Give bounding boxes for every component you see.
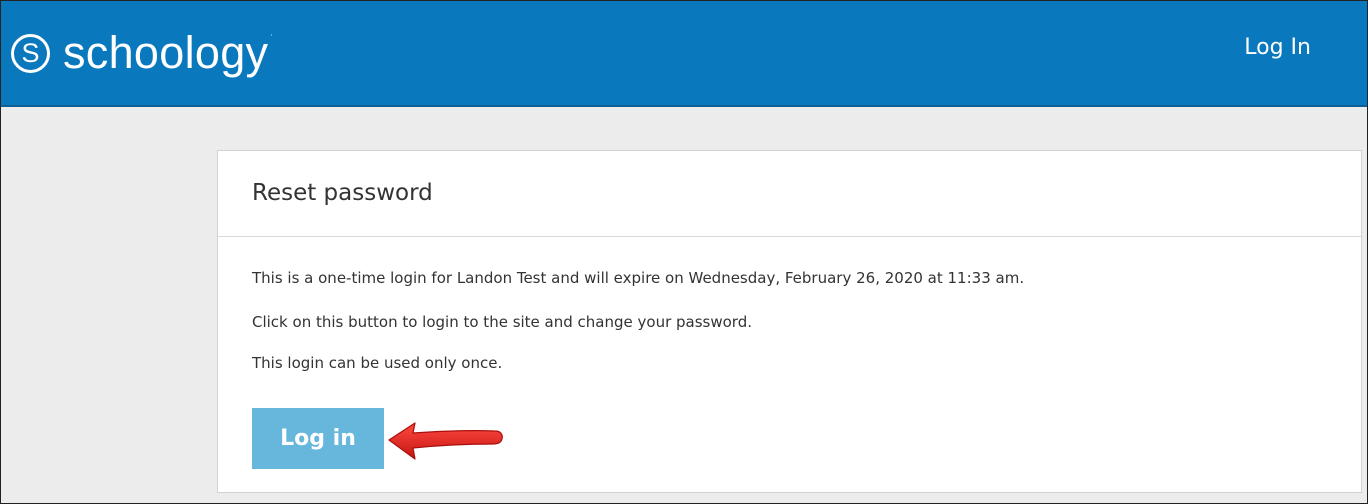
schoology-wordmark: schoology xyxy=(63,26,269,78)
schoology-logo[interactable]: S schoology · xyxy=(11,23,273,83)
header-login-link[interactable]: Log In xyxy=(1244,35,1311,60)
log-in-button[interactable]: Log in xyxy=(252,408,384,469)
top-header: S schoology · Log In xyxy=(1,1,1367,107)
card-title: Reset password xyxy=(252,180,433,206)
schoology-logo-icon: S xyxy=(11,33,50,73)
red-arrow-icon xyxy=(388,422,503,460)
card-divider xyxy=(218,236,1361,237)
instruction-message: Click on this button to login to the sit… xyxy=(252,313,752,331)
page-frame: S schoology · Log In Reset password This… xyxy=(0,0,1368,504)
expiry-message: This is a one-time login for Landon Test… xyxy=(252,269,1025,287)
trademark-mark: · xyxy=(270,30,273,40)
single-use-message: This login can be used only once. xyxy=(252,354,503,372)
